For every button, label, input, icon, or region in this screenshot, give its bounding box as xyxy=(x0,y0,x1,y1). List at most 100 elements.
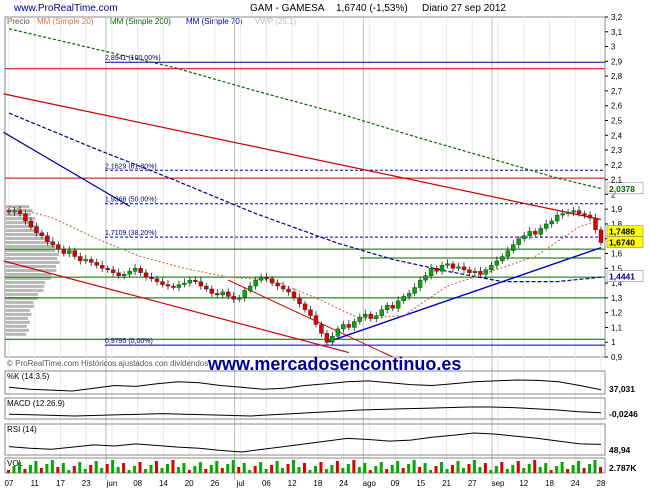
candle-body xyxy=(231,296,236,300)
candle-body xyxy=(302,303,308,310)
volume-bar xyxy=(259,462,263,473)
candle-body xyxy=(543,223,549,229)
volume-bar xyxy=(401,468,405,473)
date-tick-label: 07 xyxy=(5,479,14,488)
volume-bar xyxy=(242,463,246,473)
volume-bar xyxy=(215,461,219,473)
volume-bar xyxy=(7,470,10,473)
volume-bar xyxy=(429,470,433,473)
volume-bar xyxy=(155,461,158,473)
date-tick-label: jun xyxy=(106,479,118,488)
volume-bar xyxy=(17,462,21,473)
volume-bar xyxy=(335,461,339,473)
candle-body xyxy=(297,297,302,304)
candle-body xyxy=(341,324,346,330)
price-tick-label: 2,3 xyxy=(611,146,623,155)
candle-body xyxy=(127,271,132,275)
candle-body xyxy=(34,226,39,234)
volume-bar xyxy=(144,469,148,473)
volume-bar xyxy=(324,469,328,473)
volume-bar xyxy=(138,462,142,473)
candle-body xyxy=(72,250,77,257)
candle-body xyxy=(527,231,532,236)
date-tick-label: 06 xyxy=(262,479,271,488)
candle-body xyxy=(500,256,505,262)
volume-bar xyxy=(292,460,296,473)
volume-bar xyxy=(461,468,465,473)
candle-body xyxy=(439,265,445,272)
candle-body xyxy=(593,217,598,231)
price-tick-label: 0,9 xyxy=(611,353,623,362)
candle-body xyxy=(99,265,105,269)
price-tick-label: 1,1 xyxy=(611,323,623,332)
volume-bar xyxy=(374,466,378,473)
candle-body xyxy=(319,324,324,334)
candle-body xyxy=(242,290,247,299)
date-tick-label: 27 xyxy=(468,479,477,488)
candle-body xyxy=(132,268,138,272)
candle-body xyxy=(467,269,472,273)
candle-body xyxy=(143,272,149,278)
indicator-readout: 48,94 xyxy=(609,445,631,455)
period-label: Diario 27 sep 2012 xyxy=(422,3,506,14)
fibonacci-label: 1,9368 (50,00%) xyxy=(105,197,157,204)
volume-bar xyxy=(522,468,526,473)
volume-bar xyxy=(516,461,520,473)
candle-body xyxy=(45,235,50,242)
date-tick-label: 18 xyxy=(545,479,554,488)
volume-profile-bar xyxy=(6,245,56,249)
indicator-readout: -0,0246 xyxy=(609,409,638,419)
candle-body xyxy=(89,259,94,263)
volume-bar xyxy=(220,468,224,473)
volume-bar xyxy=(270,465,274,473)
stock-chart[interactable]: www.ProRealTime.com GAM - GAMESA 1,6740 … xyxy=(0,0,650,490)
volume-bar xyxy=(182,463,186,473)
candle-body xyxy=(357,316,363,322)
candle-body xyxy=(445,263,450,266)
volume-bar xyxy=(100,468,104,473)
date-tick-label: 15 xyxy=(416,479,425,488)
volume-bar xyxy=(396,461,400,473)
volume-bar xyxy=(593,460,597,473)
volume-bar xyxy=(237,467,241,473)
candle-body xyxy=(554,214,560,222)
candle-body xyxy=(565,211,571,214)
candle-body xyxy=(494,260,500,266)
volume-bar xyxy=(231,460,235,473)
volume-bar xyxy=(352,460,356,473)
candle-body xyxy=(598,229,604,243)
volume-bar xyxy=(357,467,361,473)
candle-body xyxy=(264,276,269,279)
volume-bar xyxy=(489,470,493,473)
volume-bar xyxy=(303,463,306,473)
candle-body xyxy=(472,271,478,273)
price-tick-label: 2,7 xyxy=(611,87,623,96)
candle-body xyxy=(187,279,193,284)
candle-body xyxy=(549,220,554,225)
volume-profile-bar xyxy=(6,292,39,296)
candle-body xyxy=(395,300,401,309)
price-label-text: 1,7486 xyxy=(609,227,635,237)
volume-bar xyxy=(149,465,153,473)
candle-body xyxy=(560,213,565,216)
volume-profile-bar xyxy=(6,304,34,308)
volume-bar xyxy=(67,470,71,473)
volume-bar xyxy=(555,466,559,473)
price-tick-label: 1,3 xyxy=(611,294,623,303)
candle-body xyxy=(269,278,275,284)
date-tick-label: 08 xyxy=(133,479,142,488)
volume-bar xyxy=(511,465,515,473)
candle-body xyxy=(313,315,319,325)
date-tick-label: 12 xyxy=(519,479,528,488)
price-tick-label: 1,9 xyxy=(611,205,623,214)
candle-body xyxy=(412,287,417,294)
brand-label[interactable]: www.ProRealTime.com xyxy=(13,3,118,14)
volume-bar xyxy=(34,461,38,473)
candle-body xyxy=(110,269,116,273)
volume-bar xyxy=(94,461,98,473)
footer-note: © ProRealTime.com Históricos ajustados c… xyxy=(7,359,208,368)
candle-body xyxy=(522,235,527,239)
volume-bar xyxy=(588,464,592,473)
volume-profile-bar xyxy=(6,328,29,332)
date-tick-label: 14 xyxy=(159,479,168,488)
